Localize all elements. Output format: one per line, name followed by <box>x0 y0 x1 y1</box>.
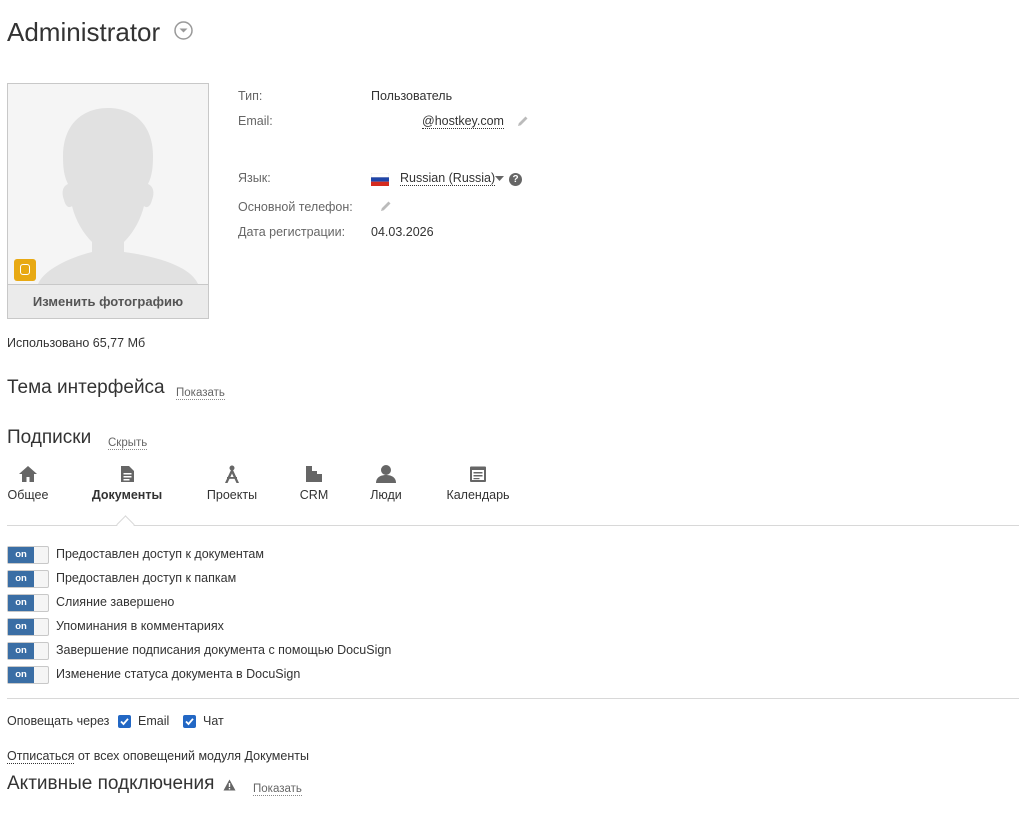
help-icon[interactable]: ? <box>509 173 522 186</box>
edit-phone-pencil-icon[interactable] <box>380 200 392 212</box>
toggle-switch[interactable]: on <box>7 546 49 564</box>
toggle-label: Предоставлен доступ к документам <box>56 547 264 561</box>
toggle-on-label: on <box>8 643 34 659</box>
tab-label: Люди <box>370 488 402 502</box>
theme-section-title: Тема интерфейса <box>7 377 165 398</box>
toggle-switch[interactable]: on <box>7 666 49 684</box>
notify-chat-checkbox[interactable] <box>183 715 196 728</box>
language-dropdown-caret-icon[interactable] <box>495 176 504 182</box>
checkmark-icon <box>120 718 129 726</box>
tab-people[interactable]: Люди <box>366 464 406 502</box>
connections-section-title: Активные подключения <box>7 773 215 794</box>
toggle-label: Предоставлен доступ к папкам <box>56 571 237 585</box>
russia-flag-icon <box>371 173 389 186</box>
type-label: Тип: <box>238 89 263 103</box>
toggle-on-label: on <box>8 667 34 683</box>
theme-show-link[interactable]: Показать <box>176 387 225 400</box>
toggle-label: Изменение статуса документа в DocuSign <box>56 667 301 681</box>
tab-label: Общее <box>7 488 49 502</box>
toggle-on-label: on <box>8 571 34 587</box>
unsubscribe-link[interactable]: Отписаться <box>7 749 75 764</box>
checkmark-icon <box>185 718 194 726</box>
notify-via-label: Оповещать через <box>7 714 110 728</box>
tab-general[interactable]: Общее <box>7 464 49 502</box>
document-icon <box>121 466 134 482</box>
tab-projects[interactable]: Проекты <box>204 464 260 502</box>
notify-email-label: Email <box>138 714 170 728</box>
change-photo-button[interactable]: Изменить фотографию <box>8 284 208 318</box>
language-label: Язык: <box>238 171 271 185</box>
unsubscribe-text: от всех оповещений модуля Документы <box>74 749 309 763</box>
status-badge <box>14 259 36 281</box>
phone-label: Основной телефон: <box>238 200 353 214</box>
storage-quota: Использовано 65,77 Мб <box>7 336 146 350</box>
toggle-label: Завершение подписания документа с помощь… <box>56 643 392 657</box>
notify-email-checkbox[interactable] <box>118 715 131 728</box>
chevron-down-circle-icon[interactable] <box>174 21 193 40</box>
toggle-switch[interactable]: on <box>7 618 49 636</box>
unsubscribe-line: Отписаться от всех оповещений модуля Док… <box>7 749 309 764</box>
registration-value: 04.03.2026 <box>371 225 434 239</box>
edit-email-pencil-icon[interactable] <box>517 115 529 127</box>
tab-crm[interactable]: CRM <box>297 464 331 502</box>
subscriptions-section-title: Подписки <box>7 427 92 448</box>
email-value[interactable]: @hostkey.com <box>422 114 504 129</box>
buildings-icon <box>306 466 322 482</box>
language-value[interactable]: Russian (Russia) <box>400 171 496 186</box>
notify-chat-label: Чат <box>203 714 224 728</box>
email-label: Email: <box>238 114 273 128</box>
tab-calendar[interactable]: Календарь <box>444 464 512 502</box>
registration-label: Дата регистрации: <box>238 225 346 239</box>
toggle-label: Упоминания в комментариях <box>56 619 224 633</box>
toggle-label: Слияние завершено <box>56 595 175 609</box>
profile-photo: Изменить фотографию <box>7 83 209 319</box>
section-divider <box>7 698 1019 699</box>
tab-label: Календарь <box>446 488 510 502</box>
toggle-on-label: on <box>8 595 34 611</box>
compass-icon <box>225 465 239 483</box>
tab-label: CRM <box>299 488 329 502</box>
avatar-placeholder-icon <box>8 84 208 284</box>
calendar-icon <box>470 466 486 482</box>
page-title: Administrator <box>7 17 161 47</box>
person-icon <box>376 465 396 483</box>
warning-icon <box>223 779 236 791</box>
tab-label: Проекты <box>206 488 258 502</box>
active-tab-pointer <box>116 515 135 534</box>
toggle-on-label: on <box>8 547 34 563</box>
home-icon <box>19 466 37 482</box>
type-value: Пользователь <box>371 89 453 103</box>
connections-show-link[interactable]: Показать <box>253 783 302 796</box>
toggle-switch[interactable]: on <box>7 642 49 660</box>
tab-label: Документы <box>91 488 163 502</box>
toggle-switch[interactable]: on <box>7 594 49 612</box>
tab-documents[interactable]: Документы <box>88 464 166 502</box>
subscriptions-hide-link[interactable]: Скрыть <box>108 437 148 450</box>
toggle-switch[interactable]: on <box>7 570 49 588</box>
toggle-on-label: on <box>8 619 34 635</box>
tabs-divider <box>7 525 1019 526</box>
